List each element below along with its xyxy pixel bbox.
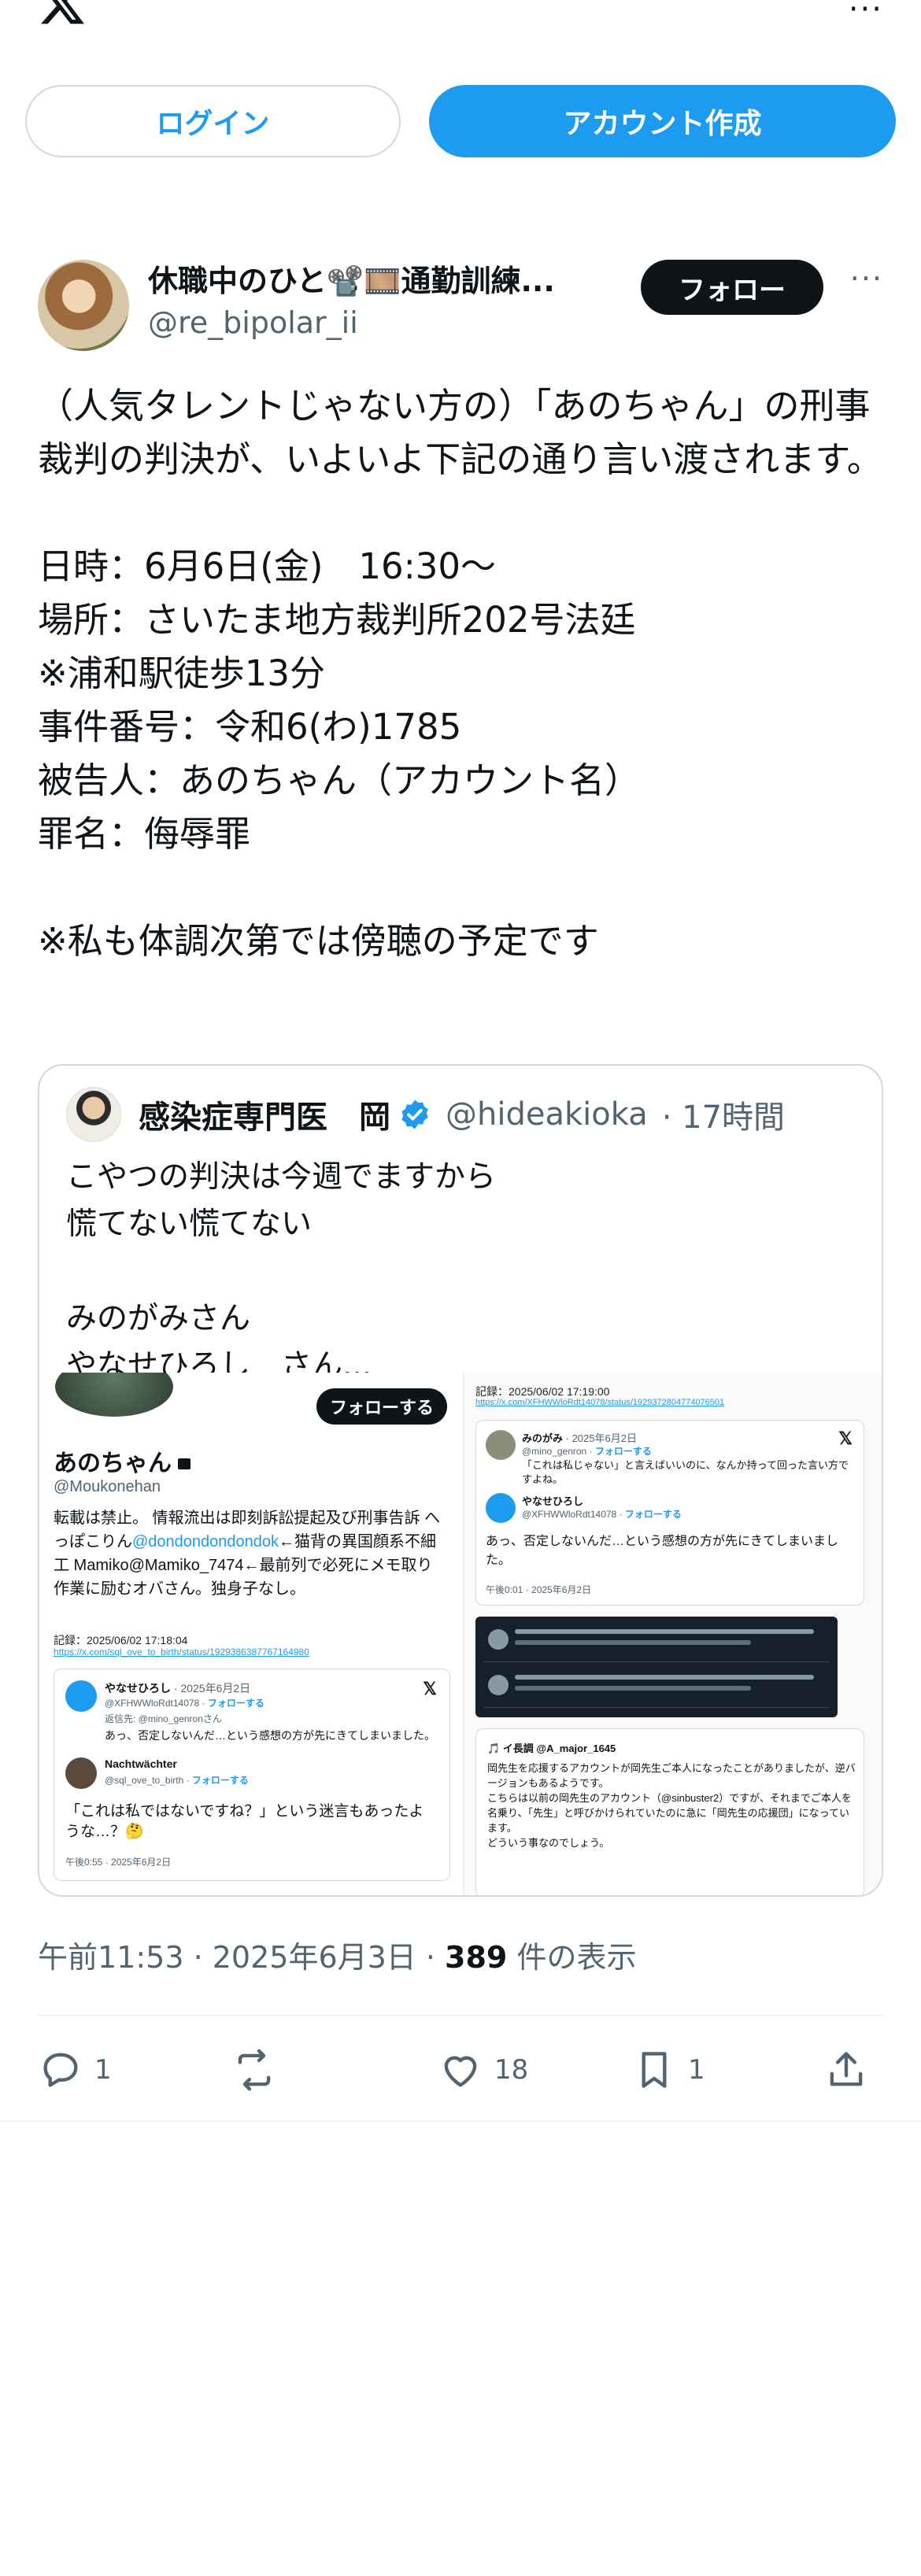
media-image-right[interactable]: 記録：2025/06/02 17:19:00 https://x.com/XFH…	[464, 1373, 882, 1895]
embedded-reply-to: 返信先: @mino_genronさん	[105, 1713, 222, 1724]
quoted-post-text: こやつの判決は今週でますから 慌てない慌てない みのがみさん やなせひろし さん…	[66, 1159, 497, 1384]
record-timestamp: 記録：2025/06/02 17:18:04	[54, 1634, 188, 1646]
author-display-name[interactable]: 休職中のひと📽️🎞️通勤訓練...	[148, 257, 644, 300]
embedded-tweet-card: やなせひろし · 2025年6月2日 @XFHWWloRdt14078 · フォ…	[54, 1669, 450, 1881]
x-logo-icon: 𝕏	[838, 1428, 853, 1448]
dark-screenshot	[475, 1617, 838, 1717]
record-timestamp: 記録：2025/06/02 17:19:00	[475, 1385, 610, 1398]
profile-handle: @Moukonehan	[54, 1478, 161, 1495]
post: 休職中のひと📽️🎞️通勤訓練... @re_bipolar_ii フォロー ··…	[38, 252, 883, 968]
post-more-icon[interactable]: ···	[850, 261, 883, 296]
post-timestamp[interactable]: 午前11:53 · 2025年6月3日 ·	[38, 1940, 445, 1975]
like-count: 18	[494, 2054, 529, 2086]
embedded-avatar	[65, 1680, 97, 1712]
profile-bio: 転載は禁止。 情報流出は即刻訴訟提起及び刑事告訴 へっぽこりん@dondondo…	[54, 1510, 441, 1598]
embedded-text: あっ、否定しないんだ…という感想の方が先にきてしまいました。	[105, 1729, 435, 1742]
view-label: 件の表示	[507, 1940, 637, 1975]
quoted-media[interactable]: フォローする あのちゃん @Moukonehan 転載は禁止。 情報流出は即刻訴…	[39, 1373, 882, 1895]
embedded-avatar	[486, 1430, 516, 1460]
divider	[38, 2015, 883, 2016]
embedded-handle: @sql_ove_to_birth · フォローする	[105, 1775, 249, 1786]
quoted-post-time: · 17時間	[661, 1100, 786, 1136]
share-icon	[830, 2052, 863, 2086]
like-button[interactable]: 18	[438, 2040, 528, 2100]
embedded-handle: @mino_genron · フォローする	[522, 1446, 652, 1457]
profile-avatar	[55, 1373, 173, 1417]
repost-icon	[238, 2049, 271, 2091]
signup-button[interactable]: アカウント作成	[429, 85, 896, 157]
bookmark-count: 1	[688, 2054, 705, 2086]
embedded-time: 午後0:55 · 2025年6月2日	[65, 1857, 172, 1868]
embedded-text: あっ、否定しないんだ…という感想の方が先にきてしまいました。	[486, 1535, 839, 1567]
quoted-author-handle: @hideakioka	[446, 1096, 648, 1133]
embedded-handle: @XFHWWloRdt14078 · フォローする	[105, 1698, 264, 1709]
embedded-avatar	[486, 1493, 516, 1523]
quoted-avatar	[66, 1087, 121, 1142]
auth-buttons: ログイン アカウント作成	[25, 85, 896, 157]
x-logo-icon: 𝕏	[423, 1679, 437, 1698]
embedded-time: 午後0:01 · 2025年6月2日	[486, 1584, 592, 1595]
embedded-tweet-card: みのがみ · 2025年6月2日 @mino_genron · フォローする 𝕏…	[475, 1420, 864, 1606]
quoted-author-name: 感染症専門医 岡	[139, 1100, 390, 1136]
post-meta: 午前11:53 · 2025年6月3日 · 389 件の表示	[38, 1933, 636, 1976]
follow-button[interactable]: フォロー	[641, 260, 823, 315]
embedded-name: みのがみ · 2025年6月2日	[522, 1432, 637, 1444]
record-url: https://x.com/XFHWWloRdt14078/status/192…	[475, 1398, 725, 1407]
x-logo-icon[interactable]	[38, 0, 87, 28]
more-icon[interactable]: ···	[849, 0, 883, 25]
embedded-name: 🎵 イ長調 @A_major_1645	[487, 1743, 616, 1754]
view-count: 389	[445, 1940, 508, 1975]
profile-name: あのちゃん	[54, 1443, 190, 1478]
reply-button[interactable]: 1	[38, 2040, 112, 2100]
embedded-text: 「これは私ではないですね？」という迷言もあったような…？🤔	[65, 1803, 424, 1840]
action-bar: 1 18 1	[38, 2040, 883, 2100]
login-button[interactable]: ログイン	[25, 85, 401, 157]
top-bar: ···	[0, 0, 921, 31]
divider	[0, 2120, 921, 2122]
embedded-avatar	[65, 1757, 97, 1789]
post-author-row: 休職中のひと📽️🎞️通勤訓練... @re_bipolar_ii フォロー ··…	[38, 252, 883, 354]
embedded-text: 「これは私じゃない」と言えばいいのに、なんか持って回った言い方ですよね。	[522, 1459, 849, 1485]
record-url: https://x.com/sql_ove_to_birth/status/19…	[54, 1646, 309, 1658]
quoted-post[interactable]: 感染症専門医 岡 @hideakioka · 17時間 こやつの判決は今週でます…	[38, 1064, 883, 1897]
quoted-post-header: 感染症専門医 岡 @hideakioka · 17時間	[66, 1086, 785, 1143]
embedded-name: やなせひろし · 2025年6月2日	[105, 1682, 251, 1695]
heart-icon	[444, 2056, 477, 2087]
avatar[interactable]	[38, 260, 129, 351]
verified-badge-icon	[401, 1100, 428, 1129]
author-handle[interactable]: @re_bipolar_ii	[148, 305, 358, 340]
embedded-name: やなせひろし	[522, 1495, 584, 1507]
media-image-left[interactable]: フォローする あのちゃん @Moukonehan 転載は禁止。 情報流出は即刻訴…	[39, 1373, 464, 1895]
embedded-text: 岡先生を応援するアカウントが岡先生ご本人になったことがありましたが、逆バージョン…	[487, 1762, 856, 1849]
reply-icon	[43, 2053, 78, 2087]
embedded-handle: @XFHWWloRdt14078 · フォローする	[522, 1509, 682, 1520]
embedded-name: Nachtwächter	[105, 1757, 177, 1770]
reply-count: 1	[94, 2054, 112, 2086]
image-follow-button: フォローする	[316, 1388, 447, 1425]
share-button[interactable]	[823, 2040, 869, 2100]
post-text: （人気タレントじゃない方の）「あのちゃん」の刑事裁判の判決が、いよいよ下記の通り…	[38, 385, 882, 962]
bookmark-button[interactable]: 1	[631, 2040, 705, 2100]
lock-icon	[178, 1458, 190, 1469]
bookmark-icon	[642, 2052, 667, 2088]
embedded-tweet-card: 🎵 イ長調 @A_major_1645 岡先生を応援するアカウントが岡先生ご本人…	[475, 1728, 864, 1895]
repost-button[interactable]	[231, 2040, 288, 2100]
